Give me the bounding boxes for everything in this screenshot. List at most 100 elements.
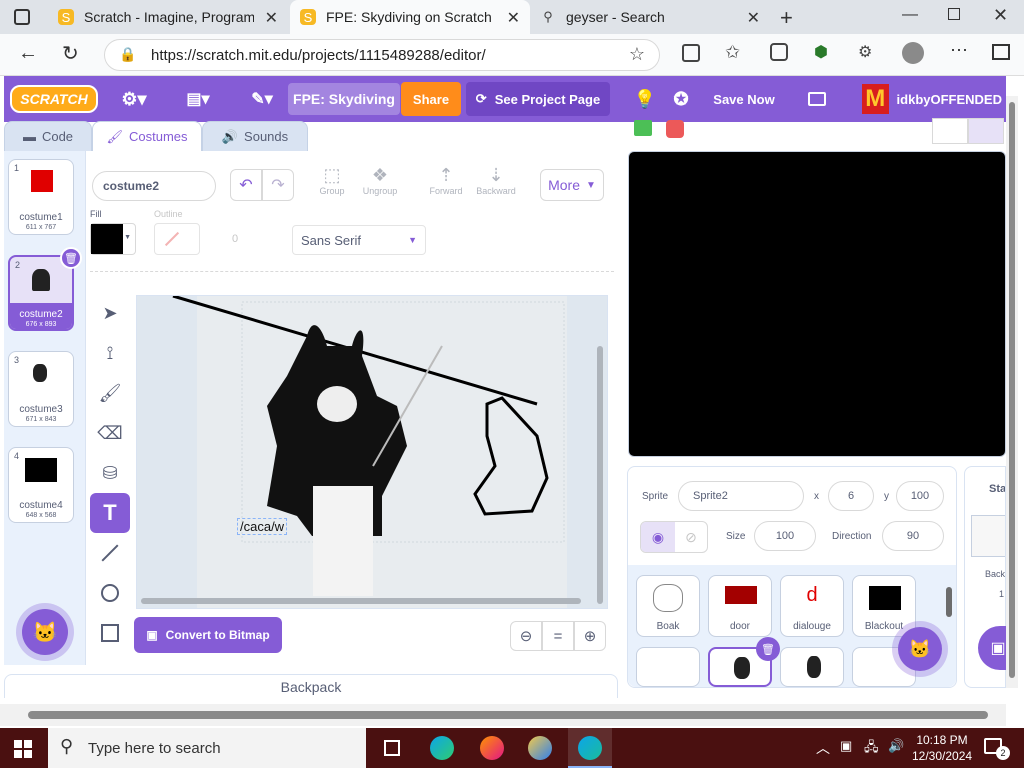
x-input[interactable]: 6 (828, 481, 874, 511)
restore-button[interactable] (948, 8, 960, 20)
sprite-list-scrollbar[interactable] (946, 587, 952, 617)
line-tool-icon[interactable] (90, 533, 130, 573)
browser-tab-scratch-home[interactable]: S Scratch - Imagine, Program, Share ✕ (48, 0, 288, 34)
stage-canvas[interactable] (628, 151, 1006, 457)
select-tool-arrow-icon[interactable]: ➤ (90, 293, 130, 333)
network-icon[interactable]: 🖧 (864, 738, 879, 760)
browser-tab-skydiving[interactable]: S FPE: Skydiving on Scratch ✕ (290, 0, 530, 34)
fill-bucket-tool-icon[interactable]: ⛁ (90, 453, 130, 493)
eye-icon[interactable]: ◉ (641, 522, 675, 552)
tab-sounds[interactable]: 🔊 Sounds (202, 121, 308, 151)
see-project-page-button[interactable]: ⟳ See Project Page (466, 82, 610, 116)
windows-start-icon[interactable] (14, 740, 32, 758)
paint-canvas[interactable]: /caca/w (136, 295, 608, 609)
back-arrow-icon[interactable]: ← (18, 42, 38, 65)
tab-costumes[interactable]: 🖌 Costumes (92, 121, 202, 151)
edit-menu-icon[interactable]: ✎▾ (244, 76, 280, 122)
scratch-logo[interactable]: SCRATCH (10, 76, 98, 122)
costume-item[interactable]: 4 costume4 648 x 568 (8, 447, 74, 523)
y-input[interactable]: 100 (896, 481, 944, 511)
star-icon[interactable]: ☆ (629, 44, 645, 65)
circle-tool-icon[interactable] (90, 573, 130, 613)
collections-icon[interactable] (770, 43, 788, 61)
sprite-tile-blackout[interactable]: Blackout (852, 575, 916, 637)
group-button[interactable]: ⬚ Group (312, 165, 352, 196)
costume-item-selected[interactable]: 2 costume2 676 x 893 🗑 (8, 247, 82, 331)
new-tab-button[interactable]: + (780, 5, 793, 31)
url-bar[interactable]: 🔒 https://scratch.mit.edu/projects/11154… (104, 39, 660, 71)
task-view-icon[interactable] (384, 740, 400, 756)
eye-hidden-icon[interactable]: ⊘ (675, 522, 707, 552)
text-edit-box[interactable]: /caca/w (237, 518, 288, 535)
canvas-scrollbar-horizontal[interactable] (141, 598, 581, 604)
page-scrollbar-horizontal[interactable] (0, 704, 1006, 726)
small-stage-button[interactable] (932, 118, 968, 144)
canvas-scrollbar-vertical[interactable] (597, 346, 603, 604)
undo-button[interactable]: ↶ (230, 169, 262, 201)
edge-browser-icon[interactable] (430, 736, 454, 760)
file-menu-icon[interactable]: ▤▾ (180, 76, 216, 122)
close-icon[interactable]: ✕ (507, 8, 520, 28)
share-button[interactable]: Share (401, 82, 461, 116)
extension-icon[interactable]: ⬢ (814, 42, 828, 62)
zoom-out-button[interactable]: ⊖ (510, 621, 542, 651)
backward-button[interactable]: ⇣ Backward (472, 165, 520, 196)
sprite-tile-door[interactable]: door (708, 575, 772, 637)
tab-code[interactable]: ▬ Code (4, 121, 92, 151)
delete-sprite-trash-icon[interactable]: 🗑 (756, 637, 780, 661)
clock[interactable]: 10:18 PM 12/30/2024 (912, 732, 972, 764)
convert-to-bitmap-button[interactable]: ▣ Convert to Bitmap (134, 617, 282, 653)
edge-beta-icon[interactable] (568, 728, 612, 768)
favorites-icon[interactable]: ✩ (725, 42, 740, 63)
profile-avatar[interactable] (902, 42, 924, 64)
costume-name-input[interactable]: costume2 (92, 171, 216, 201)
refresh-icon[interactable]: ↻ (62, 41, 79, 66)
account-menu[interactable]: M idkbyOFFENDED (862, 76, 1002, 122)
rectangle-tool-icon[interactable] (90, 613, 130, 653)
redo-button[interactable]: ↷ (262, 169, 294, 201)
webcam-icon[interactable]: ▣ (840, 738, 852, 754)
delete-costume-trash-icon[interactable]: 🗑 (60, 247, 82, 269)
notifications-icon[interactable]: 2 (984, 738, 1010, 760)
my-stuff-folder-icon[interactable] (802, 76, 832, 122)
more-options-icon[interactable]: ⋯ (950, 40, 968, 61)
costume-item[interactable]: 3 costume3 671 x 843 (8, 351, 74, 427)
font-dropdown[interactable]: Sans Serif ▼ (292, 225, 426, 255)
tab-actions-icon[interactable] (14, 9, 30, 25)
copilot-icon[interactable]: ⚙ (858, 42, 872, 62)
taskbar-search-box[interactable]: ⚲ Type here to search (48, 728, 366, 768)
direction-input[interactable]: 90 (882, 521, 944, 551)
size-input[interactable]: 100 (754, 521, 816, 551)
sidebar-toggle-icon[interactable] (992, 44, 1010, 60)
split-screen-icon[interactable] (682, 44, 700, 62)
zoom-reset-button[interactable]: = (542, 621, 574, 651)
green-flag-icon[interactable] (634, 120, 652, 136)
project-title-input[interactable]: FPE: Skydiving (288, 83, 400, 115)
costume-item[interactable]: 1 costume1 611 x 767 (8, 159, 74, 235)
brush-tool-icon[interactable]: 🖌 (90, 373, 130, 413)
more-dropdown[interactable]: More ▼ (540, 169, 604, 201)
text-tool-icon[interactable]: T (90, 493, 130, 533)
choose-sprite-button[interactable]: 🐱 (898, 627, 942, 671)
sprite-tile[interactable] (780, 647, 844, 687)
outline-color-picker[interactable] (154, 223, 200, 255)
page-scrollbar-vertical[interactable] (1006, 96, 1018, 688)
debug-icon[interactable]: ✪ (666, 76, 696, 122)
outline-width-value[interactable]: 0 (232, 233, 238, 245)
close-icon[interactable]: ✕ (265, 8, 278, 28)
backpack-bar[interactable]: Backpack (4, 674, 618, 698)
forward-button[interactable]: ⇡ Forward (424, 165, 468, 196)
save-now-button[interactable]: Save Now (704, 76, 784, 122)
sprite-tile-boak[interactable]: Boak (636, 575, 700, 637)
zoom-in-button[interactable]: ⊕ (574, 621, 606, 651)
ungroup-button[interactable]: ❖ Ungroup (358, 165, 402, 196)
show-sprite-toggle[interactable]: ◉ ⊘ (640, 521, 708, 553)
minimize-button[interactable]: — (902, 6, 918, 24)
tutorials-lightbulb-icon[interactable]: 💡 (630, 76, 660, 122)
show-hidden-icons-chevron-icon[interactable]: ︿ (816, 738, 830, 758)
large-stage-button[interactable] (968, 118, 1004, 144)
stop-icon[interactable] (666, 120, 684, 138)
close-window-button[interactable]: ✕ (993, 5, 1008, 26)
reshape-tool-icon[interactable]: ⟟ (90, 333, 130, 373)
paint-app-icon[interactable] (528, 736, 552, 760)
